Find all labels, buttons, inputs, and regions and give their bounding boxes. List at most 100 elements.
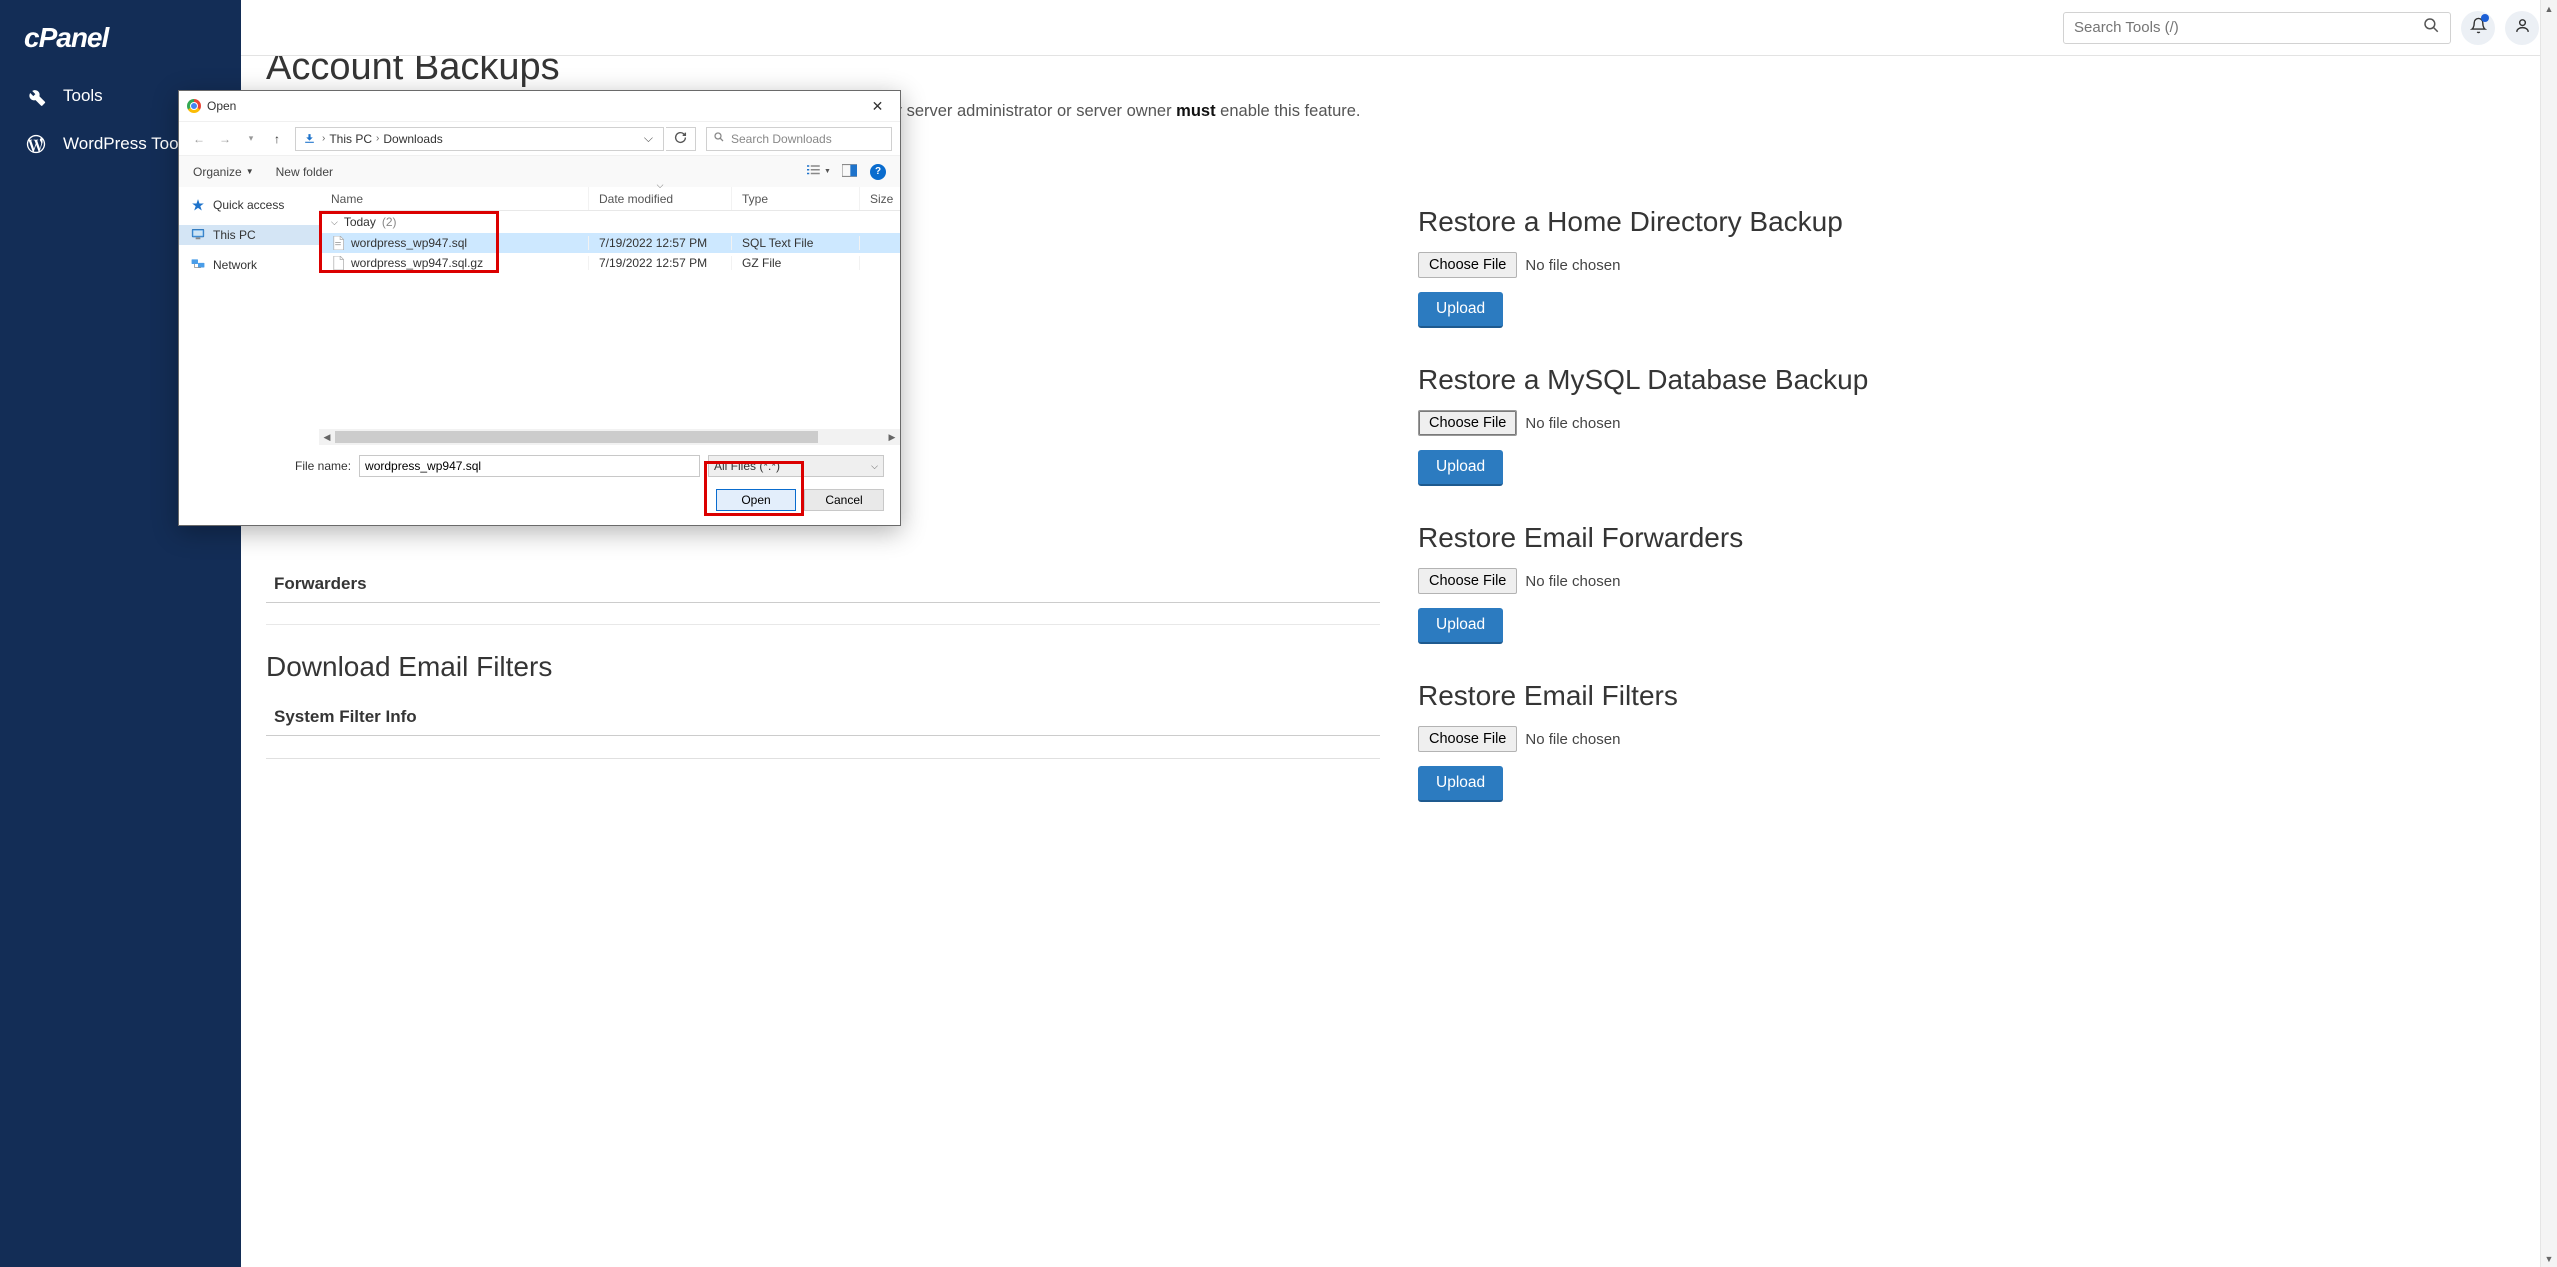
scroll-down-icon[interactable]: ▼ <box>2541 1250 2557 1267</box>
search-icon[interactable] <box>2422 16 2440 39</box>
tree-item-label: Network <box>213 258 257 272</box>
scroll-right-icon[interactable]: ▶ <box>884 429 900 445</box>
filename-label: File name: <box>295 459 351 473</box>
choose-file-button[interactable]: Choose File <box>1418 568 1517 594</box>
filename-input[interactable] <box>359 455 700 477</box>
tree-item-label: This PC <box>213 228 256 242</box>
page-title: Account Backups <box>266 56 1380 89</box>
upload-button[interactable]: Upload <box>1418 766 1503 802</box>
notifications-button[interactable] <box>2461 11 2495 45</box>
file-list: Name ⌵ Date modified Type Size ⌵ Today (… <box>319 187 900 445</box>
close-icon: ✕ <box>872 98 884 115</box>
user-icon <box>2514 17 2531 39</box>
chevron-down-icon: ▾ <box>249 133 254 144</box>
tree-quick-access[interactable]: Quick access <box>179 195 319 215</box>
help-icon: ? <box>875 166 881 177</box>
file-name: wordpress_wp947.sql.gz <box>351 256 483 270</box>
tree-network[interactable]: Network <box>179 255 319 275</box>
file-row[interactable]: wordpress_wp947.sql 7/19/2022 12:57 PM S… <box>319 233 900 253</box>
pc-icon <box>191 228 207 242</box>
tree-item-label: Quick access <box>213 198 284 212</box>
list-header: Name ⌵ Date modified Type Size <box>319 187 900 211</box>
dialog-search[interactable]: Search Downloads <box>706 127 892 151</box>
scroll-up-icon[interactable]: ▲ <box>2541 0 2557 17</box>
topbar <box>241 0 2557 56</box>
file-open-dialog: Open ✕ ← → ▾ ↑ › This PC › Downloads ⌵ <box>178 90 901 526</box>
arrow-right-icon: → <box>219 132 231 146</box>
chrome-icon <box>187 99 201 113</box>
scroll-track[interactable] <box>335 429 884 445</box>
section-title: Restore Email Forwarders <box>1418 522 2532 554</box>
cancel-button[interactable]: Cancel <box>804 489 884 511</box>
header-type[interactable]: Type <box>732 187 860 210</box>
view-options-button[interactable]: ▼ <box>810 163 828 181</box>
no-file-text: No file chosen <box>1525 257 1620 274</box>
arrow-up-icon: ↑ <box>274 132 280 146</box>
choose-file-button[interactable]: Choose File <box>1418 410 1517 436</box>
header-size[interactable]: Size <box>860 187 900 210</box>
file-type: SQL Text File <box>732 236 860 250</box>
up-button[interactable]: ↑ <box>265 127 289 151</box>
preview-pane-button[interactable] <box>840 163 858 181</box>
organize-menu[interactable]: Organize ▼ <box>193 165 254 179</box>
group-today[interactable]: ⌵ Today (2) <box>319 211 900 233</box>
header-name[interactable]: Name <box>319 187 589 210</box>
refresh-button[interactable] <box>666 127 696 151</box>
help-button[interactable]: ? <box>870 164 886 180</box>
recent-dropdown[interactable]: ▾ <box>239 127 263 151</box>
no-file-text: No file chosen <box>1525 573 1620 590</box>
file-name: wordpress_wp947.sql <box>351 236 467 250</box>
scroll-left-icon[interactable]: ◀ <box>319 429 335 445</box>
search-icon <box>713 131 725 146</box>
section-title: Restore a Home Directory Backup <box>1418 206 2532 238</box>
browser-scrollbar[interactable]: ▲ ▼ <box>2540 0 2557 1267</box>
logo-text: cPanel <box>24 22 108 53</box>
scroll-thumb[interactable] <box>335 431 818 443</box>
no-file-text: No file chosen <box>1525 415 1620 432</box>
divider <box>266 603 1380 625</box>
chevron-down-icon: ⌵ <box>871 461 878 472</box>
filetype-select[interactable]: All Files (*.*) ⌵ <box>708 455 884 477</box>
close-button[interactable]: ✕ <box>855 91 900 121</box>
star-icon <box>191 198 207 212</box>
sort-caret-icon: ⌵ <box>657 180 664 191</box>
chevron-down-icon[interactable]: ⌵ <box>638 131 659 146</box>
breadcrumb[interactable]: › This PC › Downloads ⌵ <box>295 127 664 151</box>
caret-down-icon: ⌵ <box>331 217 338 228</box>
file-icon <box>331 256 345 270</box>
open-button[interactable]: Open <box>716 489 796 511</box>
dialog-toolbar: Organize ▼ New folder ▼ <box>179 155 900 187</box>
group-count: (2) <box>382 215 397 229</box>
right-column: Restore a Home Directory Backup Choose F… <box>1418 56 2532 1267</box>
list-view-icon <box>807 164 822 180</box>
header-date[interactable]: ⌵ Date modified <box>589 187 732 210</box>
choose-file-button[interactable]: Choose File <box>1418 252 1517 278</box>
no-file-text: No file chosen <box>1525 731 1620 748</box>
file-date: 7/19/2022 12:57 PM <box>589 236 732 250</box>
choose-file-button[interactable]: Choose File <box>1418 726 1517 752</box>
file-icon <box>331 236 345 250</box>
search-input[interactable] <box>2074 19 2422 36</box>
folder-tree: Quick access This PC Network <box>179 187 319 445</box>
horizontal-scrollbar[interactable]: ◀ ▶ <box>319 429 900 445</box>
upload-button[interactable]: Upload <box>1418 292 1503 328</box>
tree-this-pc[interactable]: This PC <box>179 225 319 245</box>
restore-forwarders-section: Restore Email Forwarders Choose File No … <box>1418 522 2532 644</box>
preview-pane-icon <box>842 164 857 180</box>
breadcrumb-item[interactable]: Downloads <box>383 132 442 146</box>
back-button[interactable]: ← <box>187 127 211 151</box>
download-arrow-icon <box>300 131 318 147</box>
search-box[interactable] <box>2063 12 2451 44</box>
chevron-down-icon: ▼ <box>824 168 831 175</box>
section-title: Restore Email Filters <box>1418 680 2532 712</box>
breadcrumb-item[interactable]: This PC <box>329 132 372 146</box>
file-type: GZ File <box>732 256 860 270</box>
file-row[interactable]: wordpress_wp947.sql.gz 7/19/2022 12:57 P… <box>319 253 900 273</box>
user-button[interactable] <box>2505 11 2539 45</box>
upload-button[interactable]: Upload <box>1418 608 1503 644</box>
restore-mysql-section: Restore a MySQL Database Backup Choose F… <box>1418 364 2532 486</box>
new-folder-button[interactable]: New folder <box>276 165 333 179</box>
upload-button[interactable]: Upload <box>1418 450 1503 486</box>
section-title: Restore a MySQL Database Backup <box>1418 364 2532 396</box>
forward-button[interactable]: → <box>213 127 237 151</box>
